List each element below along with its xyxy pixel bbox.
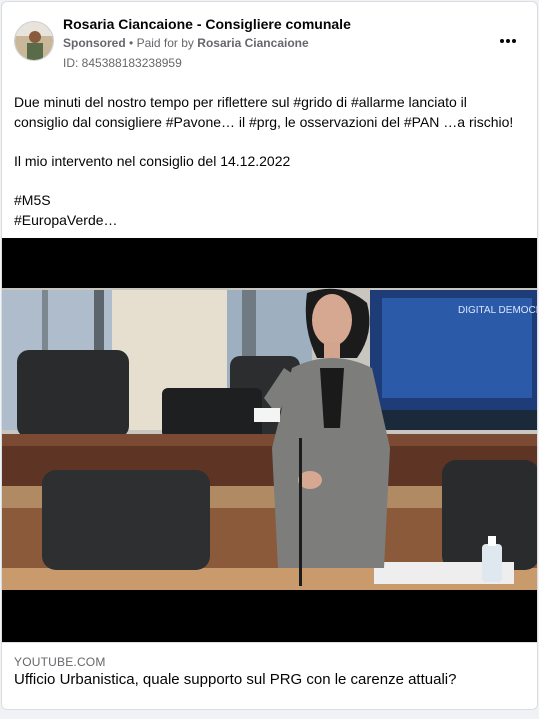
sponsored-label[interactable]: Sponsored	[63, 36, 126, 50]
sponsored-meta: Sponsored • Paid for by Rosaria Ciancaio…	[63, 36, 309, 50]
post-hashtag-m5s[interactable]: #M5S	[14, 190, 525, 210]
paid-for-label: Paid for by	[136, 36, 194, 50]
meta-separator: •	[129, 36, 134, 50]
video-thumbnail[interactable]: DIGITAL DEMOCRACY	[2, 238, 538, 642]
ad-id: ID: 845388183238959	[63, 56, 182, 70]
page-name[interactable]: Rosaria Ciancaione - Consigliere comunal…	[63, 16, 351, 32]
sponsored-post-card: Rosaria Ciancaione - Consigliere comunal…	[1, 1, 538, 710]
video-frame-image: DIGITAL DEMOCRACY	[2, 288, 538, 590]
post-text: Due minuti del nostro tempo per riflette…	[14, 92, 525, 230]
more-horizontal-icon[interactable]	[497, 32, 519, 50]
post-hashtag-europaverde[interactable]: #EuropaVerde…	[14, 210, 525, 230]
link-title[interactable]: Ufficio Urbanistica, quale supporto sul …	[14, 671, 456, 688]
link-domain: YOUTUBE.COM	[14, 655, 106, 669]
avatar[interactable]	[14, 21, 54, 61]
link-preview[interactable]: YOUTUBE.COM Ufficio Urbanistica, quale s…	[2, 642, 537, 709]
post-text-paragraph-2: Il mio intervento nel consiglio del 14.1…	[14, 153, 291, 169]
post-text-paragraph-1: Due minuti del nostro tempo per riflette…	[14, 94, 514, 130]
watermark-text: DIGITAL DEMOCRACY	[458, 305, 538, 316]
post-header: Rosaria Ciancaione - Consigliere comunal…	[2, 2, 537, 82]
payer-name: Rosaria Ciancaione	[197, 36, 309, 50]
